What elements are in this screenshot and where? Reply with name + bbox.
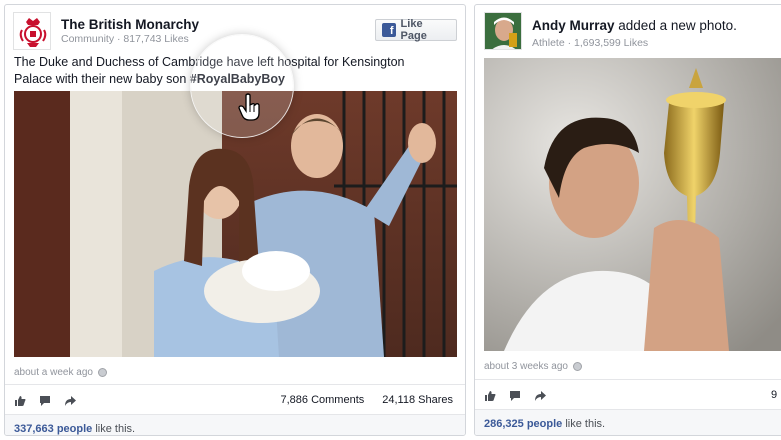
post-stats: 9: [771, 389, 777, 401]
like-page-button[interactable]: f Like Page: [375, 18, 457, 42]
likes-summary: 286,325 people like this.: [475, 409, 781, 435]
facebook-icon: f: [382, 23, 396, 37]
timestamp-text: about a week ago: [14, 367, 93, 378]
post-photo-trophy[interactable]: [484, 58, 781, 351]
royal-crest-icon[interactable]: [13, 12, 51, 50]
globe-icon: [97, 368, 107, 377]
like-page-label: Like Page: [400, 18, 427, 42]
likes-count-link[interactable]: 337,663 people: [14, 423, 92, 435]
page-meta: Athlete · 1,693,599 Likes: [532, 37, 649, 49]
post-header: Andy Murray added a new photo.: [532, 18, 737, 33]
page-name-link[interactable]: The British Monarchy: [61, 17, 199, 32]
hand-cursor-icon: [238, 93, 262, 121]
post-stats: 7,886 Comments 24,118 Shares: [280, 394, 453, 406]
athlete-avatar[interactable]: [484, 12, 522, 50]
post-timestamp[interactable]: about a week ago: [14, 367, 107, 378]
share-icon[interactable]: [534, 389, 546, 401]
post-card-british-monarchy: The British Monarchy Community · 817,743…: [4, 4, 466, 436]
post-action-bar: 7,886 Comments 24,118 Shares: [5, 384, 465, 414]
comment-icon[interactable]: [509, 389, 521, 401]
share-icon[interactable]: [64, 394, 76, 406]
timestamp-text: about 3 weeks ago: [484, 361, 568, 372]
stats-partial[interactable]: 9: [771, 389, 777, 401]
likes-summary: 337,663 people like this.: [5, 414, 465, 435]
like-icon[interactable]: [14, 394, 26, 406]
globe-icon: [572, 362, 582, 371]
page-name-link[interactable]: Andy Murray: [532, 18, 615, 33]
post-action-bar: 9: [475, 379, 781, 409]
likes-suffix: like this.: [92, 423, 136, 435]
post-card-andy-murray: Andy Murray added a new photo. Athlete ·…: [474, 4, 781, 436]
like-icon[interactable]: [484, 389, 496, 401]
magnifier-highlight: [191, 35, 293, 137]
page-meta: Community · 817,743 Likes: [61, 33, 189, 45]
post-timestamp[interactable]: about 3 weeks ago: [484, 361, 582, 372]
comment-icon[interactable]: [39, 394, 51, 406]
likes-suffix: like this.: [562, 418, 606, 430]
shares-count[interactable]: 24,118 Shares: [382, 394, 453, 406]
likes-count-link[interactable]: 286,325 people: [484, 418, 562, 430]
comments-count[interactable]: 7,886 Comments: [280, 394, 364, 406]
post-action-text: added a new photo.: [614, 18, 737, 33]
